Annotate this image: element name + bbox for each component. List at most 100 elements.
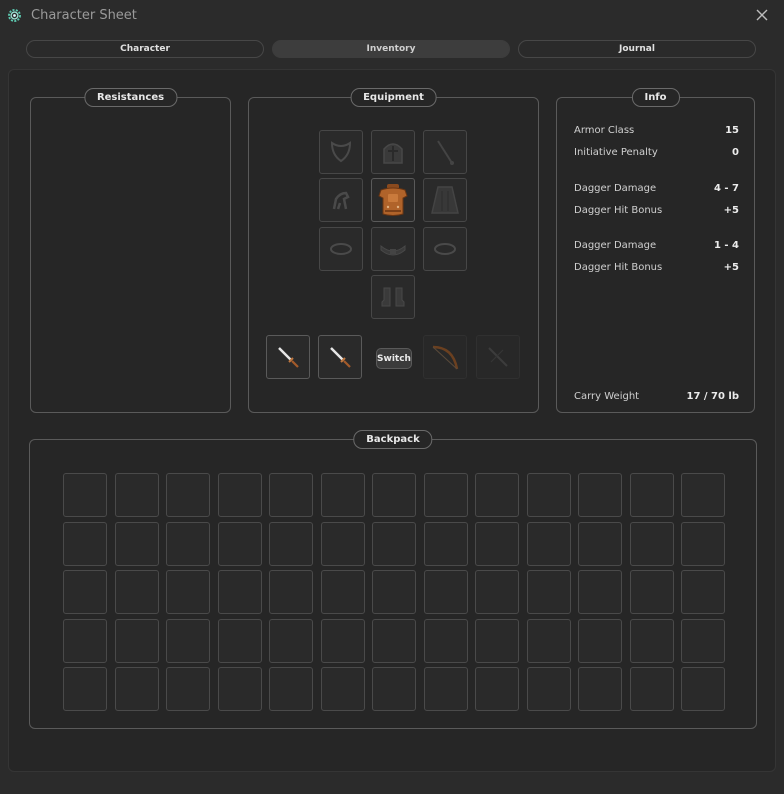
- backpack-slot[interactable]: [475, 473, 519, 517]
- ring-icon: [434, 243, 456, 255]
- backpack-slot[interactable]: [475, 570, 519, 614]
- boots-slot[interactable]: [371, 275, 415, 319]
- backpack-slot[interactable]: [372, 619, 416, 663]
- backpack-slot[interactable]: [527, 473, 571, 517]
- backpack-slot[interactable]: [218, 522, 262, 566]
- backpack-slot[interactable]: [475, 667, 519, 711]
- backpack-slot[interactable]: [424, 667, 468, 711]
- backpack-slot[interactable]: [630, 473, 674, 517]
- backpack-slot[interactable]: [475, 619, 519, 663]
- info-row-dagger-damage-1: Dagger Damage 4 - 7: [574, 181, 739, 195]
- backpack-slot[interactable]: [578, 667, 622, 711]
- ring-left-slot[interactable]: [319, 227, 363, 271]
- backpack-slot[interactable]: [424, 619, 468, 663]
- tab-inventory[interactable]: Inventory: [272, 40, 510, 58]
- belt-slot[interactable]: [371, 227, 415, 271]
- backpack-slot[interactable]: [218, 570, 262, 614]
- backpack-slot[interactable]: [630, 667, 674, 711]
- titlebar[interactable]: Character Sheet: [0, 0, 784, 32]
- backpack-slot[interactable]: [218, 473, 262, 517]
- ranged-off-slot[interactable]: [476, 335, 520, 379]
- backpack-slot[interactable]: [527, 619, 571, 663]
- wand-icon: [437, 140, 454, 165]
- close-icon[interactable]: [754, 7, 770, 23]
- backpack-slot[interactable]: [372, 473, 416, 517]
- backpack-slot[interactable]: [269, 570, 313, 614]
- backpack-slot[interactable]: [166, 667, 210, 711]
- backpack-slot[interactable]: [527, 522, 571, 566]
- backpack-slot[interactable]: [578, 473, 622, 517]
- backpack-slot[interactable]: [681, 667, 725, 711]
- armor-slot[interactable]: [371, 178, 415, 222]
- backpack-slot[interactable]: [681, 473, 725, 517]
- backpack-slot[interactable]: [269, 619, 313, 663]
- amulet-icon: [330, 141, 352, 163]
- tab-journal[interactable]: Journal: [518, 40, 756, 58]
- backpack-slot[interactable]: [372, 570, 416, 614]
- info-panel: Info Armor Class 15 Initiative Penalty 0…: [556, 88, 755, 413]
- backpack-slot[interactable]: [372, 522, 416, 566]
- ring-right-slot[interactable]: [423, 227, 467, 271]
- leather-armor-icon: [378, 184, 408, 216]
- backpack-slot[interactable]: [681, 570, 725, 614]
- backpack-slot[interactable]: [321, 667, 365, 711]
- backpack-slot[interactable]: [63, 619, 107, 663]
- backpack-slot[interactable]: [269, 522, 313, 566]
- backpack-slot[interactable]: [527, 667, 571, 711]
- backpack-slot[interactable]: [578, 619, 622, 663]
- wand-slot[interactable]: [423, 130, 467, 174]
- switch-weapons-button[interactable]: Switch: [376, 348, 412, 369]
- backpack-slot[interactable]: [166, 570, 210, 614]
- backpack-slot[interactable]: [218, 667, 262, 711]
- backpack-slot[interactable]: [218, 619, 262, 663]
- backpack-slot[interactable]: [630, 619, 674, 663]
- backpack-slot[interactable]: [166, 522, 210, 566]
- backpack-slot[interactable]: [424, 522, 468, 566]
- info-key: Armor Class: [574, 124, 635, 136]
- backpack-slot[interactable]: [63, 473, 107, 517]
- helmet-slot[interactable]: [371, 130, 415, 174]
- backpack-slot[interactable]: [578, 522, 622, 566]
- backpack-slot[interactable]: [630, 522, 674, 566]
- helmet-icon: [383, 143, 403, 164]
- backpack-slot[interactable]: [63, 522, 107, 566]
- backpack-slot[interactable]: [63, 570, 107, 614]
- resistances-panel: Resistances: [30, 88, 231, 413]
- backpack-slot[interactable]: [578, 570, 622, 614]
- backpack-slot[interactable]: [424, 570, 468, 614]
- backpack-slot[interactable]: [269, 667, 313, 711]
- main-hand-slot[interactable]: [266, 335, 310, 379]
- backpack-slot[interactable]: [115, 522, 159, 566]
- backpack-slot[interactable]: [321, 522, 365, 566]
- off-hand-slot[interactable]: [318, 335, 362, 379]
- creature-icon: [332, 191, 350, 210]
- resistances-title: Resistances: [83, 88, 178, 107]
- backpack-slot[interactable]: [372, 667, 416, 711]
- backpack-slot[interactable]: [321, 619, 365, 663]
- amulet-slot[interactable]: [319, 130, 363, 174]
- ranged-main-slot[interactable]: [423, 335, 467, 379]
- backpack-slot[interactable]: [321, 570, 365, 614]
- pet-slot[interactable]: [319, 178, 363, 222]
- backpack-slot[interactable]: [115, 570, 159, 614]
- backpack-slot[interactable]: [321, 473, 365, 517]
- info-row-dagger-hit-1: Dagger Hit Bonus +5: [574, 203, 739, 217]
- cloak-slot[interactable]: [423, 178, 467, 222]
- tab-character[interactable]: Character: [26, 40, 264, 58]
- backpack-slot[interactable]: [63, 667, 107, 711]
- backpack-slot[interactable]: [630, 570, 674, 614]
- backpack-slot[interactable]: [115, 667, 159, 711]
- backpack-slot[interactable]: [527, 570, 571, 614]
- dagger-icon: [278, 347, 299, 368]
- backpack-slot[interactable]: [166, 473, 210, 517]
- backpack-slot[interactable]: [269, 473, 313, 517]
- backpack-slot[interactable]: [115, 619, 159, 663]
- backpack-slot[interactable]: [166, 619, 210, 663]
- backpack-slot[interactable]: [115, 473, 159, 517]
- backpack-slot[interactable]: [475, 522, 519, 566]
- backpack-slot[interactable]: [681, 619, 725, 663]
- backpack-slot[interactable]: [424, 473, 468, 517]
- backpack-slot[interactable]: [681, 522, 725, 566]
- belt-icon: [380, 244, 406, 256]
- info-key: Dagger Damage: [574, 239, 657, 251]
